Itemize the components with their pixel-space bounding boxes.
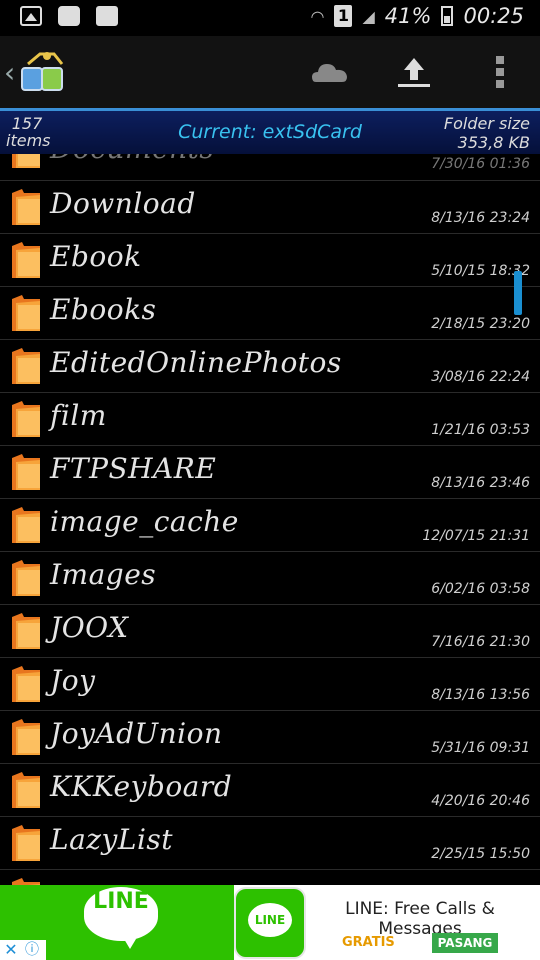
list-item[interactable]: film 1/21/16 03:53 bbox=[0, 393, 540, 446]
scrollbar-thumb[interactable] bbox=[514, 271, 522, 315]
list-item[interactable]: Images 6/02/16 03:58 bbox=[0, 552, 540, 605]
file-date: 8/13/16 13:56 bbox=[431, 687, 530, 703]
status-bar: ◠ 1 ◢ 41% 00:25 bbox=[0, 0, 540, 36]
file-date: 1/21/16 03:53 bbox=[431, 422, 530, 438]
file-date: 7/30/16 01:36 bbox=[431, 156, 530, 172]
file-name: FTPSHARE bbox=[50, 452, 217, 485]
folder-icon bbox=[10, 240, 42, 280]
folder-icon bbox=[10, 187, 42, 227]
folder-icon bbox=[10, 823, 42, 863]
list-item[interactable]: JOOX 7/16/16 21:30 bbox=[0, 605, 540, 658]
file-date: 4/20/16 20:46 bbox=[431, 793, 530, 809]
file-name: Ebook bbox=[50, 240, 142, 273]
line-app-icon-text: LINE bbox=[248, 903, 292, 937]
ad-price: GRATIS bbox=[342, 935, 395, 950]
file-name: film bbox=[50, 399, 107, 432]
cloud-icon[interactable] bbox=[310, 52, 350, 92]
folder-icon bbox=[10, 505, 42, 545]
file-date: 7/16/16 21:30 bbox=[431, 634, 530, 650]
notification-icons bbox=[20, 6, 118, 26]
folder-icon bbox=[10, 346, 42, 386]
ad-controls: ✕ ⓘ bbox=[0, 940, 46, 960]
list-item[interactable]: JoyAdUnion 5/31/16 09:31 bbox=[0, 711, 540, 764]
folder-icon bbox=[10, 452, 42, 492]
file-date: 2/18/15 23:20 bbox=[431, 316, 530, 332]
signal-icon: ◢ bbox=[362, 6, 375, 26]
file-date: 2/25/15 15:50 bbox=[431, 846, 530, 862]
folder-icon bbox=[10, 717, 42, 757]
list-item[interactable]: Download 8/13/16 23:24 bbox=[0, 181, 540, 234]
wifi-icon: ◠ bbox=[310, 6, 325, 26]
file-name: image_cache bbox=[50, 505, 239, 538]
line-app-icon[interactable]: LINE bbox=[234, 887, 306, 959]
sim-indicator: 1 bbox=[334, 5, 353, 27]
file-name: Ebooks bbox=[50, 293, 157, 326]
file-name: LazyList bbox=[50, 823, 174, 856]
folder-icon bbox=[10, 770, 42, 810]
list-item[interactable]: Joy 8/13/16 13:56 bbox=[0, 658, 540, 711]
file-date: 12/07/15 21:31 bbox=[422, 528, 530, 544]
file-date: 5/31/16 09:31 bbox=[431, 740, 530, 756]
folder-size-label: Folder size bbox=[443, 114, 530, 133]
list-item[interactable]: EditedOnlinePhotos 3/08/16 22:24 bbox=[0, 340, 540, 393]
gmail-icon bbox=[96, 6, 118, 26]
app-logo-icon[interactable] bbox=[20, 50, 66, 94]
overflow-menu-icon[interactable] bbox=[480, 52, 520, 92]
folder-icon bbox=[10, 611, 42, 651]
file-name: Documents bbox=[50, 154, 214, 165]
battery-icon bbox=[441, 6, 454, 26]
ad-banner[interactable]: LINE LINE LINE: Free Calls & Messages GR… bbox=[0, 885, 540, 960]
clock: 00:25 bbox=[463, 4, 524, 28]
file-name: Joy bbox=[50, 664, 96, 697]
file-name: EditedOnlinePhotos bbox=[50, 346, 342, 379]
battery-percent: 41% bbox=[384, 4, 432, 28]
file-list[interactable]: Documents 7/30/16 01:36 Download 8/13/16 23… bbox=[0, 154, 540, 885]
file-name: JOOX bbox=[50, 611, 129, 644]
ad-close-icon[interactable]: ✕ bbox=[0, 940, 22, 960]
file-name: Images bbox=[50, 558, 157, 591]
list-item[interactable]: Ebooks 2/18/15 23:20 bbox=[0, 287, 540, 340]
back-chevron-icon[interactable]: ‹ bbox=[4, 56, 15, 89]
line-logo: LINE bbox=[84, 887, 158, 949]
folder-icon bbox=[10, 664, 42, 704]
file-name: KKKeyboard bbox=[50, 770, 233, 803]
list-item[interactable]: FTPSHARE 8/13/16 23:46 bbox=[0, 446, 540, 499]
ad-install-button[interactable]: PASANG bbox=[432, 933, 498, 953]
folder-icon bbox=[10, 154, 42, 170]
file-date: 8/13/16 23:46 bbox=[431, 475, 530, 491]
folder-icon bbox=[10, 293, 42, 333]
folder-icon bbox=[10, 399, 42, 439]
file-date: 3/08/16 22:24 bbox=[431, 369, 530, 385]
folder-size-value: 353,8 KB bbox=[457, 133, 530, 152]
file-name: JoyAdUnion bbox=[50, 717, 223, 750]
folder-info-bar: 157 items Current: extSdCard Folder size… bbox=[0, 108, 540, 154]
list-item[interactable]: image_cache 12/07/15 21:31 bbox=[0, 499, 540, 552]
system-status: ◠ 1 ◢ 41% 00:25 bbox=[311, 4, 525, 28]
list-item[interactable]: KKKeyboard 4/20/16 20:46 bbox=[0, 764, 540, 817]
file-name: Download bbox=[50, 187, 196, 220]
list-item[interactable]: Ebook 5/10/15 18:32 bbox=[0, 234, 540, 287]
gallery-icon bbox=[20, 6, 42, 26]
folder-icon bbox=[10, 876, 42, 885]
folder-size: Folder size 353,8 KB bbox=[444, 114, 530, 152]
file-date: 6/02/16 03:58 bbox=[431, 581, 530, 597]
chat-icon bbox=[58, 6, 80, 26]
upload-icon[interactable] bbox=[394, 52, 434, 92]
list-item[interactable] bbox=[0, 870, 540, 885]
list-item[interactable]: Documents 7/30/16 01:36 bbox=[0, 154, 540, 181]
list-item[interactable]: LazyList 2/25/15 15:50 bbox=[0, 817, 540, 870]
file-date: 8/13/16 23:24 bbox=[431, 210, 530, 226]
app-toolbar: ‹ bbox=[0, 36, 540, 108]
ad-info-icon[interactable]: ⓘ bbox=[22, 940, 42, 960]
folder-icon bbox=[10, 558, 42, 598]
